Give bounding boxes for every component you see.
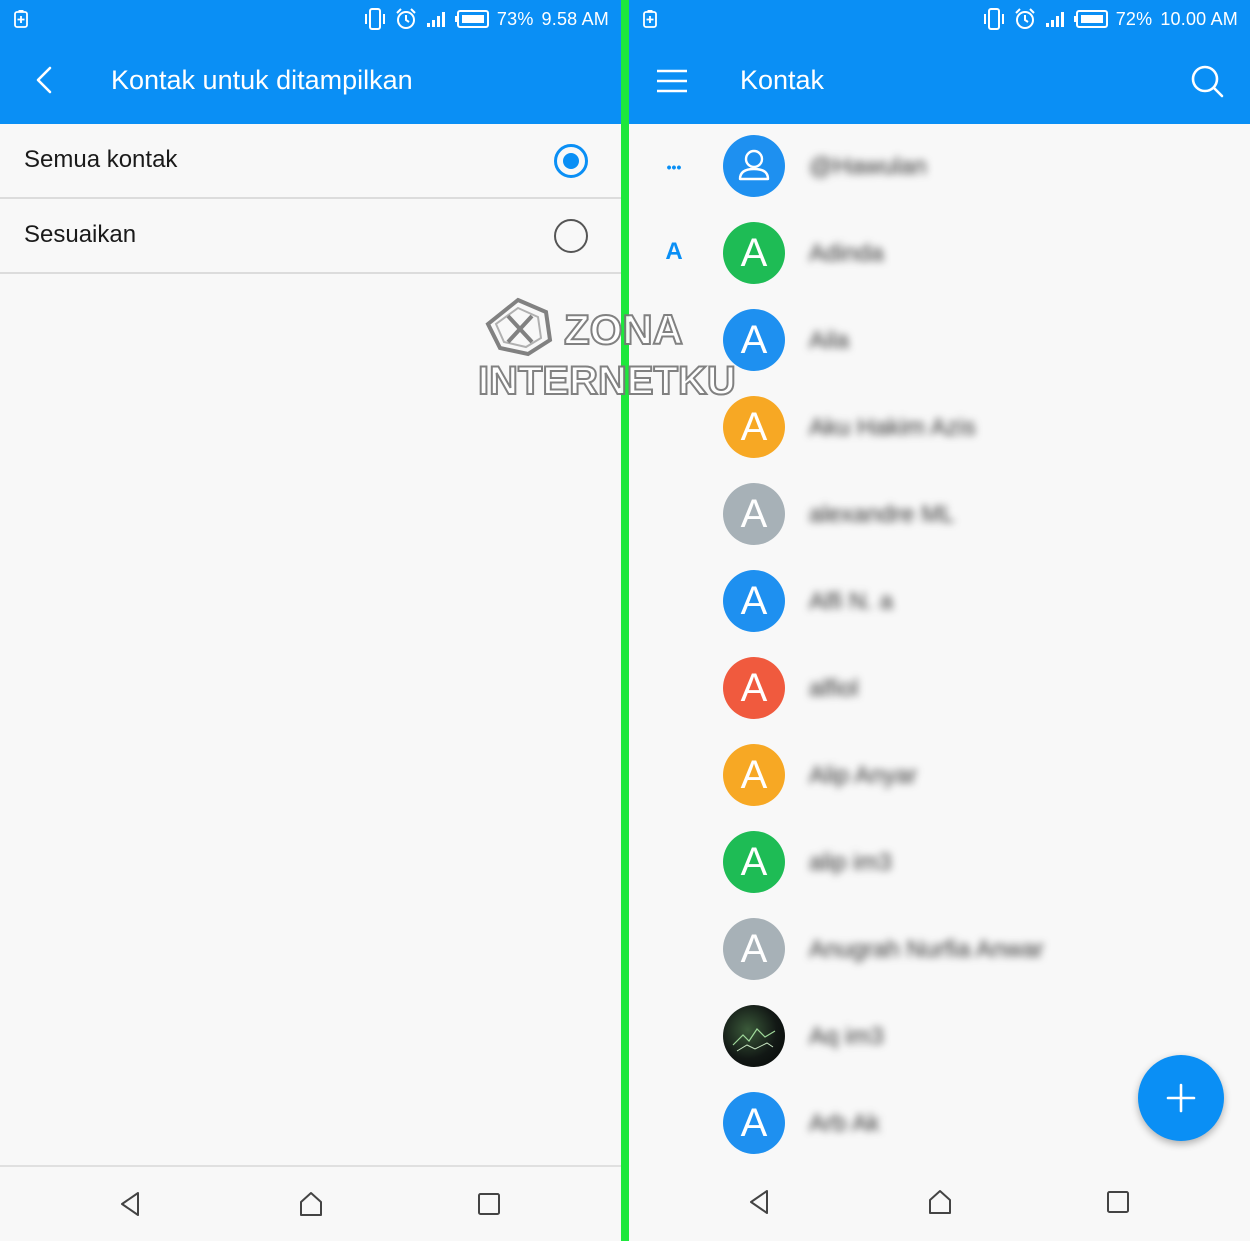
contact-row[interactable]: Aalip im3 [629, 819, 1250, 906]
initial-avatar: A [723, 396, 785, 458]
contact-row[interactable]: Aalexandre ML [629, 471, 1250, 558]
hamburger-menu-icon[interactable] [651, 60, 693, 102]
signal-icon [426, 12, 445, 27]
contact-row[interactable]: A Alip Anyar [629, 732, 1250, 819]
nav-recents-icon[interactable] [1103, 1187, 1133, 1217]
page-title: Kontak [740, 65, 825, 95]
back-arrow-icon[interactable] [26, 60, 66, 100]
add-contact-button[interactable] [1138, 1055, 1224, 1141]
initial-avatar: A [723, 1092, 785, 1154]
contact-name: Anugrah Nurfia Anwar [809, 936, 1044, 963]
photo-avatar [723, 1005, 785, 1067]
vibrate-icon [983, 8, 1004, 30]
status-icons: 72% 10.00 AM [982, 6, 1238, 32]
contact-name: Aku Hakim Azis [809, 414, 976, 441]
divider-bar [621, 0, 629, 1241]
contact-name: @Hawulan [809, 153, 927, 180]
navigation-bar [629, 1165, 1250, 1241]
contact-row[interactable]: A A Adinda [629, 210, 1250, 297]
right-header: 72% 10.00 AM Kontak [629, 0, 1250, 124]
search-icon[interactable] [1186, 60, 1228, 102]
signal-icon [1045, 12, 1064, 27]
right-screen: 72% 10.00 AM Kontak ••• @Hawulan A A Adinda A… [629, 0, 1250, 1241]
plus-icon [1166, 1083, 1196, 1113]
contact-row[interactable]: A Aila [629, 297, 1250, 384]
vibrate-icon [364, 8, 385, 30]
photo-pattern-icon [732, 1028, 776, 1052]
initial-avatar: A [723, 918, 785, 980]
nav-recents-icon[interactable] [474, 1189, 504, 1219]
contact-row[interactable]: Aalfiol [629, 645, 1250, 732]
initial-avatar: A [723, 831, 785, 893]
contact-name: Aila [809, 327, 850, 354]
nav-home-icon[interactable] [296, 1189, 326, 1219]
initial-avatar: A [723, 222, 785, 284]
navigation-bar [0, 1165, 621, 1241]
battery-percent: 72% [1115, 8, 1153, 29]
app-bar: Kontak [629, 38, 1250, 124]
contact-name: Alfi N. a [809, 588, 894, 615]
status-bar: 72% 10.00 AM [629, 0, 1250, 38]
app-bar: Kontak untuk ditampilkan [0, 38, 621, 124]
option-label: Sesuaikan [24, 221, 137, 248]
contact-name: Alip Anyar [809, 762, 918, 789]
option-semua-kontak[interactable]: Semua kontak [0, 124, 621, 199]
option-sesuaikan[interactable]: Sesuaikan [0, 199, 621, 274]
section-index-letter: ••• [666, 159, 682, 175]
contact-row[interactable]: A Aku Hakim Azis [629, 384, 1250, 471]
contact-row[interactable]: ••• @Hawulan [629, 123, 1250, 210]
contact-name: alfiol [809, 675, 859, 702]
left-screen: 73% 9.58 AM Kontak untuk ditampilkan Sem… [0, 0, 621, 1241]
contact-name: Aq im3 [809, 1023, 884, 1050]
battery-icon [454, 10, 489, 28]
person-icon [738, 149, 770, 181]
battery-icon [1073, 10, 1108, 28]
section-index-letter: A [665, 238, 683, 265]
initial-avatar: A [723, 570, 785, 632]
status-icons: 73% 9.58 AM [363, 6, 609, 32]
contact-name: Arb Ak [809, 1110, 880, 1137]
page-title: Kontak untuk ditampilkan [111, 65, 413, 95]
left-header: 73% 9.58 AM Kontak untuk ditampilkan [0, 0, 621, 124]
clock: 10.00 AM [1160, 8, 1238, 29]
battery-saver-icon [643, 10, 657, 28]
nav-home-icon[interactable] [925, 1187, 955, 1217]
nav-back-icon[interactable] [745, 1187, 775, 1217]
initial-avatar: A [723, 483, 785, 545]
contact-name: Adinda [809, 240, 884, 267]
contact-name: alip im3 [809, 849, 892, 876]
person-avatar-icon [723, 135, 785, 197]
battery-saver-icon [14, 10, 28, 28]
alarm-icon [1014, 8, 1035, 29]
radio-button[interactable] [554, 219, 588, 253]
initial-avatar: A [723, 744, 785, 806]
option-label: Semua kontak [24, 146, 178, 173]
initial-avatar: A [723, 309, 785, 371]
contact-row[interactable]: A Anugrah Nurfia Anwar [629, 906, 1250, 993]
status-bar: 73% 9.58 AM [0, 0, 621, 38]
radio-button-selected[interactable] [554, 144, 588, 178]
initial-avatar: A [723, 657, 785, 719]
nav-back-icon[interactable] [116, 1189, 146, 1219]
contact-row[interactable]: A Alfi N. a [629, 558, 1250, 645]
clock: 9.58 AM [541, 8, 609, 29]
battery-percent: 73% [496, 8, 534, 29]
alarm-icon [396, 8, 416, 29]
contact-name: alexandre ML [809, 501, 955, 528]
